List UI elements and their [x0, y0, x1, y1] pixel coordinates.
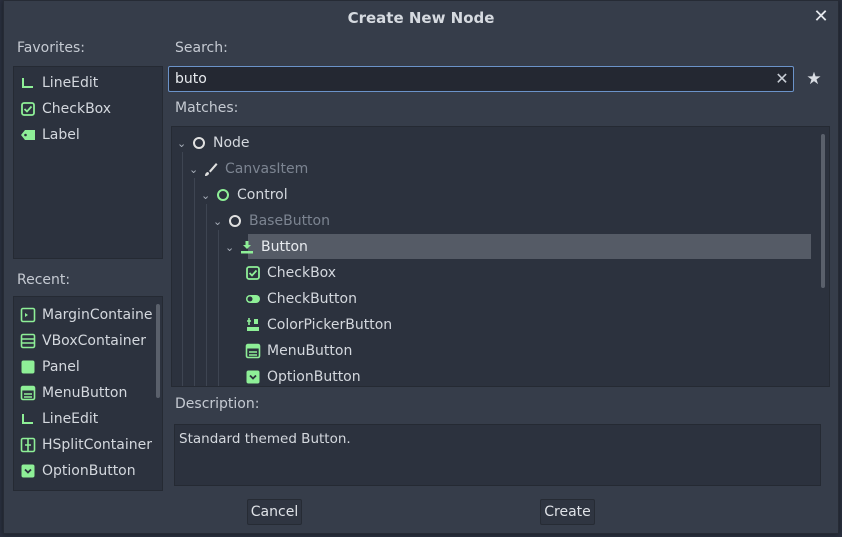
tree-item-label: Node: [213, 135, 250, 151]
favorite-item-text: Label: [42, 127, 80, 143]
tree-item-label: BaseButton: [249, 213, 330, 229]
star-icon[interactable]: ★: [804, 69, 824, 89]
matches-label: Matches:: [175, 100, 239, 116]
tree-item-label: OptionButton: [267, 369, 361, 385]
cancel-button[interactable]: Cancel: [247, 499, 302, 525]
tree-guide: [206, 204, 207, 386]
lineedit-icon: [22, 78, 33, 88]
favorites-label: Favorites:: [17, 40, 85, 56]
recent-item-label: VBoxContainer: [42, 333, 147, 349]
basebutton-icon: [229, 215, 241, 227]
favorite-item-label[interactable]: Label: [14, 122, 162, 148]
hsplitcontainer-icon: [20, 437, 36, 453]
node-icon: [193, 137, 205, 149]
tree-item-label: Button: [261, 239, 308, 255]
tree-guide: [218, 230, 219, 386]
panel-icon: [21, 360, 35, 374]
optionbutton-icon: [246, 370, 260, 384]
menubutton-icon: [245, 343, 261, 359]
tree-item-button[interactable]: ⌄ Button: [225, 234, 308, 260]
tree-item-label: Control: [237, 187, 288, 203]
favorite-item-label: CheckBox: [42, 101, 112, 117]
recent-item-panel[interactable]: Panel: [14, 354, 162, 380]
matches-scrollbar[interactable]: [821, 134, 825, 288]
control-icon: [217, 189, 229, 201]
label-icon: [21, 130, 35, 140]
recent-item-menubutton[interactable]: MenuButton: [14, 380, 162, 406]
tree-item-node[interactable]: ⌄ Node: [177, 130, 250, 156]
tree-item-basebutton[interactable]: ⌄ BaseButton: [213, 208, 330, 234]
favorite-item-checkbox[interactable]: CheckBox: [14, 96, 162, 122]
tree-item-colorpickerbutton[interactable]: ColorPickerButton: [245, 312, 392, 338]
recent-item-label: MenuButton: [42, 385, 128, 401]
tree-item-label: CheckBox: [267, 265, 337, 281]
create-button[interactable]: Create: [540, 499, 595, 525]
button-icon: [241, 241, 253, 254]
clear-icon[interactable]: ✕: [773, 70, 791, 88]
recent-list: MarginContaine VBoxContainer Panel MenuB…: [13, 296, 163, 491]
recent-item-margincontainer[interactable]: MarginContaine: [14, 302, 162, 328]
recent-item-label: MarginContaine: [42, 307, 153, 323]
favorite-item-lineedit[interactable]: LineEdit: [14, 70, 162, 96]
recent-item-label: HSplitContainer: [42, 437, 152, 453]
search-input[interactable]: [168, 66, 794, 92]
margincontainer-icon: [20, 307, 36, 323]
favorite-item-label: LineEdit: [42, 75, 99, 91]
tree-item-optionbutton[interactable]: OptionButton: [245, 364, 361, 390]
tree-item-menubutton[interactable]: MenuButton: [245, 338, 352, 364]
tree-item-canvasitem[interactable]: ⌄ CanvasItem: [189, 156, 308, 182]
tree-item-control[interactable]: ⌄ Control: [201, 182, 288, 208]
chevron-down-icon[interactable]: ⌄: [201, 189, 213, 202]
search-label: Search:: [175, 40, 228, 56]
tree-item-checkbutton[interactable]: CheckButton: [245, 286, 357, 312]
tree-item-label: ColorPickerButton: [267, 317, 393, 333]
recent-scrollbar[interactable]: [156, 304, 160, 398]
checkbutton-icon: [246, 295, 260, 303]
optionbutton-icon: [21, 464, 35, 478]
favorites-list: LineEdit CheckBox Label: [13, 66, 163, 259]
checkbox-icon: [21, 102, 35, 116]
recent-item-label: OptionButton: [42, 463, 136, 479]
tree-guide: [194, 178, 195, 386]
tree-guide: [182, 152, 183, 386]
recent-item-hsplitcontainer[interactable]: HSplitContainer: [14, 432, 162, 458]
selection-highlight: [248, 234, 811, 259]
recent-label: Recent:: [17, 272, 71, 288]
tree-item-checkbox[interactable]: CheckBox: [245, 260, 336, 286]
chevron-down-icon[interactable]: ⌄: [225, 241, 237, 254]
tree-item-label: CanvasItem: [225, 161, 309, 177]
tree-item-label: MenuButton: [267, 343, 353, 359]
canvasitem-icon: [205, 163, 218, 176]
colorpickerbutton-icon: [247, 318, 259, 331]
chevron-down-icon[interactable]: ⌄: [177, 137, 189, 150]
recent-item-label: LineEdit: [42, 411, 99, 427]
description-text: Standard themed Button.: [174, 424, 821, 486]
vboxcontainer-icon: [20, 333, 36, 349]
tree-item-label: CheckButton: [267, 291, 357, 307]
recent-item-optionbutton[interactable]: OptionButton: [14, 458, 162, 484]
recent-item-vboxcontainer[interactable]: VBoxContainer: [14, 328, 162, 354]
chevron-down-icon[interactable]: ⌄: [189, 163, 201, 176]
close-icon[interactable]: ✕: [812, 8, 830, 26]
checkbox-icon: [246, 266, 260, 280]
description-label: Description:: [175, 396, 260, 412]
menubutton-icon: [20, 385, 36, 401]
recent-item-lineedit[interactable]: LineEdit: [14, 406, 162, 432]
chevron-down-icon[interactable]: ⌄: [213, 215, 225, 228]
recent-item-label: Panel: [42, 359, 80, 375]
lineedit-icon: [22, 414, 33, 424]
dialog-title: Create New Node: [347, 9, 495, 27]
